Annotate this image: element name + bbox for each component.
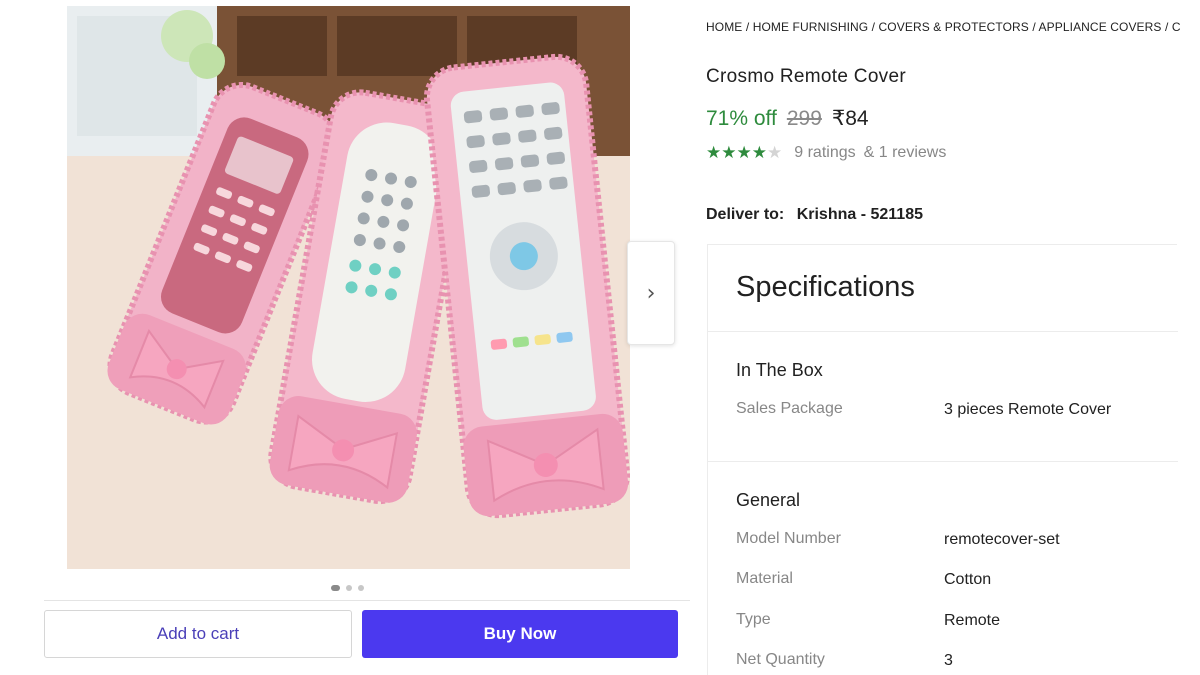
rating-row[interactable]: ★ ★ ★ ★ ★ 9 ratings & 1 reviews — [706, 143, 952, 163]
image-pagination — [331, 585, 364, 591]
price-row: 71% off 299 ₹84 — [706, 106, 869, 131]
add-to-cart-button[interactable]: Add to cart — [44, 610, 352, 658]
specifications-title: Specifications — [736, 271, 915, 303]
delivery-address: Krishna - 521185 — [796, 206, 923, 223]
chevron-right-icon: › — [646, 280, 656, 306]
star-empty-icon: ★ — [767, 143, 783, 163]
breadcrumb: HOME / HOME FURNISHING / COVERS & PROTEC… — [706, 20, 1181, 34]
breadcrumb-item[interactable]: APPLIANCE COVERS — [1039, 20, 1162, 34]
star-filled-icon: ★ — [721, 143, 737, 163]
delivery-label: Deliver to: — [706, 206, 785, 223]
breadcrumb-item[interactable]: HOME FURNISHING — [753, 20, 869, 34]
pagination-dot[interactable] — [331, 585, 340, 591]
remote-covers-illustration — [67, 6, 630, 569]
spec-key: Model Number — [736, 530, 841, 547]
product-gallery: › Add to cart Buy Now — [0, 0, 690, 675]
ratings-count: 9 ratings — [794, 144, 856, 161]
spec-key: Sales Package — [736, 400, 843, 417]
star-rating: ★ ★ ★ ★ ★ — [706, 143, 782, 163]
reviews-count: & 1 reviews — [863, 144, 947, 161]
breadcrumb-item[interactable]: COVERS & PROTECTORS — [879, 20, 1029, 34]
spec-key: Net Quantity — [736, 651, 825, 668]
spec-value: Cotton — [944, 571, 992, 588]
next-image-button[interactable]: › — [627, 241, 675, 345]
spec-key: Material — [736, 570, 793, 587]
spec-value: Remote — [944, 612, 1001, 629]
discount-label: 71% off — [706, 107, 777, 130]
spec-value: remotecover-set — [944, 531, 1060, 548]
divider — [708, 331, 1178, 332]
star-filled-icon: ★ — [751, 143, 767, 163]
buy-now-button[interactable]: Buy Now — [362, 610, 678, 658]
spec-value: 3 pieces Remote Cover — [944, 401, 1112, 418]
delivery-info[interactable]: Deliver to: Krishna - 521185 — [706, 206, 923, 224]
spec-key: Type — [736, 611, 771, 628]
spec-section-title: General — [736, 490, 801, 510]
action-bar: Add to cart Buy Now — [44, 600, 690, 664]
specifications-card: Specifications In The Box Sales Package … — [707, 244, 1178, 675]
pagination-dot[interactable] — [346, 585, 352, 591]
spec-value: 3 — [944, 652, 953, 669]
product-image[interactable] — [67, 6, 630, 569]
spec-section-title: In The Box — [736, 360, 823, 380]
divider — [708, 461, 1178, 462]
pagination-dot[interactable] — [358, 585, 364, 591]
product-title: Crosmo Remote Cover — [706, 66, 906, 87]
selling-price: ₹84 — [831, 107, 869, 130]
breadcrumb-item[interactable]: C — [1172, 20, 1181, 34]
star-filled-icon: ★ — [706, 143, 722, 163]
star-filled-icon: ★ — [736, 143, 752, 163]
original-price: 299 — [786, 107, 822, 130]
breadcrumb-item[interactable]: HOME — [706, 20, 742, 34]
product-details: HOME / HOME FURNISHING / COVERS & PROTEC… — [706, 0, 1200, 675]
